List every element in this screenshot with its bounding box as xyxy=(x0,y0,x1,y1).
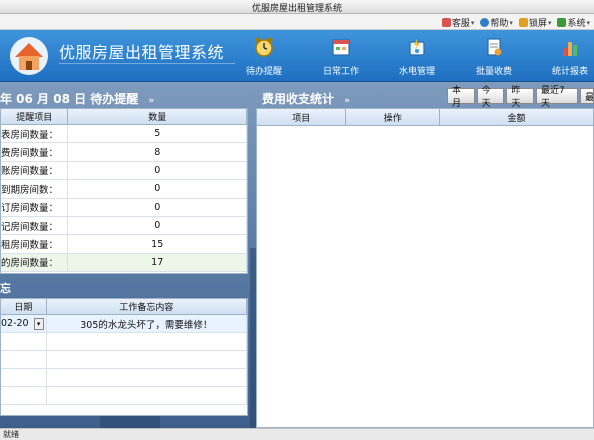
fees-table-header: 项目 操作 金额 xyxy=(257,109,593,126)
bar-chart-icon xyxy=(563,42,577,56)
alarm-clock-icon xyxy=(255,37,273,57)
fees-section-header: 费用收支统计 » xyxy=(262,90,350,107)
range-this-month-button[interactable]: 本月 xyxy=(447,86,475,109)
range-yesterday-button[interactable]: 昨天 xyxy=(506,86,534,109)
fees-section-title: 费用收支统计 xyxy=(262,92,335,106)
reminder-table-header: 提醒项目 数量 xyxy=(1,109,247,125)
table-row[interactable]: 租房间数量： 15 xyxy=(1,235,247,254)
table-row[interactable]: 订房间数量： 0 xyxy=(1,198,247,217)
date-dropdown-button[interactable]: ▾ xyxy=(33,317,44,330)
menu-item-customer-service[interactable]: 客服 ▾ xyxy=(441,16,475,29)
utility-meter-icon xyxy=(409,39,425,56)
house-logo-icon xyxy=(10,37,48,75)
range-today-button[interactable]: 今天 xyxy=(476,86,505,109)
nav-batch-charge[interactable]: 批量收费 xyxy=(462,36,526,80)
column-header-amount[interactable]: 金额 xyxy=(440,109,593,125)
top-menu-bar: 客服 ▾ 帮助 ▾ 锁屏 ▾ 系统 ▾ xyxy=(0,14,594,30)
window-title: 优服房屋出租管理系统 xyxy=(251,4,342,14)
chevron-down-icon: ▾ xyxy=(509,18,513,27)
table-row[interactable]: 表房间数量： 5 xyxy=(1,125,247,144)
chevron-down-icon: ▾ xyxy=(547,18,552,27)
status-bar: 就绪 xyxy=(0,428,594,440)
system-icon xyxy=(557,18,567,27)
range-more-button[interactable]: 最 xyxy=(580,88,594,104)
help-icon xyxy=(480,18,490,27)
memo-section-title: 忘 xyxy=(0,282,11,295)
chevron-down-icon: ▾ xyxy=(586,18,590,27)
table-row[interactable]: 账房间数量： 0 xyxy=(1,161,247,181)
table-row[interactable] xyxy=(1,369,247,387)
app-title: 优服房屋出租管理系统 xyxy=(59,43,225,62)
title-divider xyxy=(59,63,235,64)
column-header-content[interactable]: 工作备忘内容 xyxy=(47,299,247,314)
table-row[interactable] xyxy=(1,351,247,369)
reminder-section-title: 年 06 月 08 日 待办提醒 xyxy=(0,92,139,106)
reminder-table: 提醒项目 数量 表房间数量： 5 费房间数量： 8 账房间数量： 0 到期房间数： 0 … xyxy=(0,108,248,274)
nav-todo-reminder[interactable]: 待办提醒 xyxy=(232,36,296,80)
customer-service-icon xyxy=(441,18,451,27)
calendar-icon xyxy=(332,39,350,56)
collapse-icon[interactable]: » xyxy=(344,96,350,106)
memo-content: 305的水龙头坏了，需要维修！ xyxy=(47,315,247,332)
memo-table-header: 日期 工作备忘内容 xyxy=(1,299,247,315)
range-last-7-days-button[interactable]: 最近7天 xyxy=(535,86,579,109)
menu-item-lock-screen[interactable]: 锁屏 ▾ xyxy=(518,16,552,29)
menu-item-system[interactable]: 系统 ▾ xyxy=(557,16,590,29)
table-row[interactable]: 02-20 ▾ 305的水龙头坏了，需要维修！ xyxy=(1,315,247,333)
menu-item-help[interactable]: 帮助 ▾ xyxy=(480,16,513,29)
window-titlebar: 优服房屋出租管理系统 xyxy=(0,0,594,14)
date-range-buttons: 本月 今天 昨天 最近7天 最 xyxy=(447,86,594,109)
table-row[interactable]: 费房间数量： 8 xyxy=(1,143,247,162)
lock-icon xyxy=(518,18,528,27)
table-row[interactable]: 到期房间数： 0 xyxy=(1,180,247,199)
table-row[interactable] xyxy=(1,387,247,405)
memo-table: 日期 工作备忘内容 02-20 ▾ 305的水龙头坏了，需要维修！ xyxy=(0,298,248,416)
app-header: 优服房屋出租管理系统 待办提醒 日常工作 水电管理 批量收费 统计报表 xyxy=(0,30,594,82)
column-header-count[interactable]: 数量 xyxy=(68,109,247,124)
collapse-icon[interactable]: » xyxy=(148,96,154,106)
bill-document-icon xyxy=(487,38,502,56)
column-header-item[interactable]: 提醒项目 xyxy=(1,109,69,124)
table-row[interactable]: 的房间数量： 17 xyxy=(1,253,247,273)
column-header-date[interactable]: 日期 xyxy=(1,299,47,314)
memo-date: 02-20 xyxy=(1,318,29,329)
nav-utility-management[interactable]: 水电管理 xyxy=(385,36,449,80)
status-text: 就绪 xyxy=(3,430,19,439)
fees-table: 项目 操作 金额 xyxy=(256,108,594,428)
nav-daily-work[interactable]: 日常工作 xyxy=(309,36,373,80)
nav-statistics-report[interactable]: 统计报表 xyxy=(538,36,594,80)
chevron-down-icon: ▾ xyxy=(470,18,475,27)
table-row[interactable] xyxy=(1,333,247,351)
column-header-operation[interactable]: 操作 xyxy=(346,109,440,125)
table-row[interactable]: 记房间数量： 0 xyxy=(1,216,247,236)
column-header-item[interactable]: 项目 xyxy=(257,109,347,125)
